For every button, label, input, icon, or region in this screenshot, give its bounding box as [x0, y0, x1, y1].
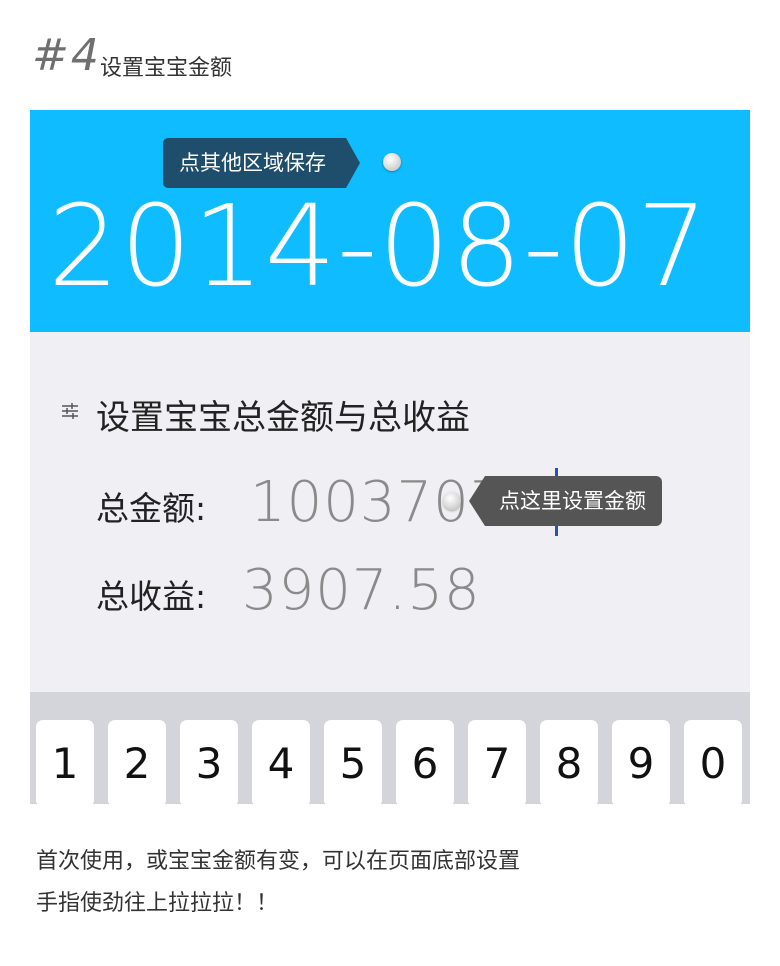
- section-title: 设置宝宝总金额与总收益: [96, 398, 470, 438]
- key-9[interactable]: 9: [612, 720, 670, 804]
- step-title: 设置宝宝金额: [100, 56, 233, 81]
- key-3[interactable]: 3: [180, 720, 238, 804]
- tooltip-set-dot-icon: [443, 492, 461, 510]
- key-0[interactable]: 0: [684, 720, 742, 804]
- amount-label: 总金额:: [96, 489, 207, 528]
- caption-line-2: 手指使劲往上拉拉拉！！: [36, 891, 279, 916]
- numeric-keyboard: 1 2 3 4 5 6 7 8 9 0: [30, 692, 750, 804]
- key-6[interactable]: 6: [396, 720, 454, 804]
- date-display[interactable]: 2014-08-07: [48, 182, 709, 312]
- key-2[interactable]: 2: [108, 720, 166, 804]
- step-number: #4: [32, 30, 101, 81]
- key-7[interactable]: 7: [468, 720, 526, 804]
- date-header[interactable]: 点其他区域保存 2014-08-07: [30, 110, 750, 332]
- tooltip-set-amount: 点这里设置金额: [469, 476, 662, 526]
- tooltip-save-dot-icon: [383, 153, 401, 171]
- key-8[interactable]: 8: [540, 720, 598, 804]
- header-cropped-text: [48, 110, 59, 122]
- key-4[interactable]: 4: [252, 720, 310, 804]
- income-input[interactable]: 3907.58: [242, 558, 481, 623]
- key-5[interactable]: 5: [324, 720, 382, 804]
- key-1[interactable]: 1: [36, 720, 94, 804]
- phone-screen: 点其他区域保存 2014-08-07 设置宝宝总金额与总收益 总金额: 1003…: [30, 110, 750, 804]
- caption-line-1: 首次使用，或宝宝金额有变，可以在页面底部设置: [36, 849, 521, 874]
- tooltip-save: 点其他区域保存: [163, 138, 360, 188]
- income-label: 总收益:: [96, 577, 207, 616]
- sliders-icon: [62, 403, 78, 419]
